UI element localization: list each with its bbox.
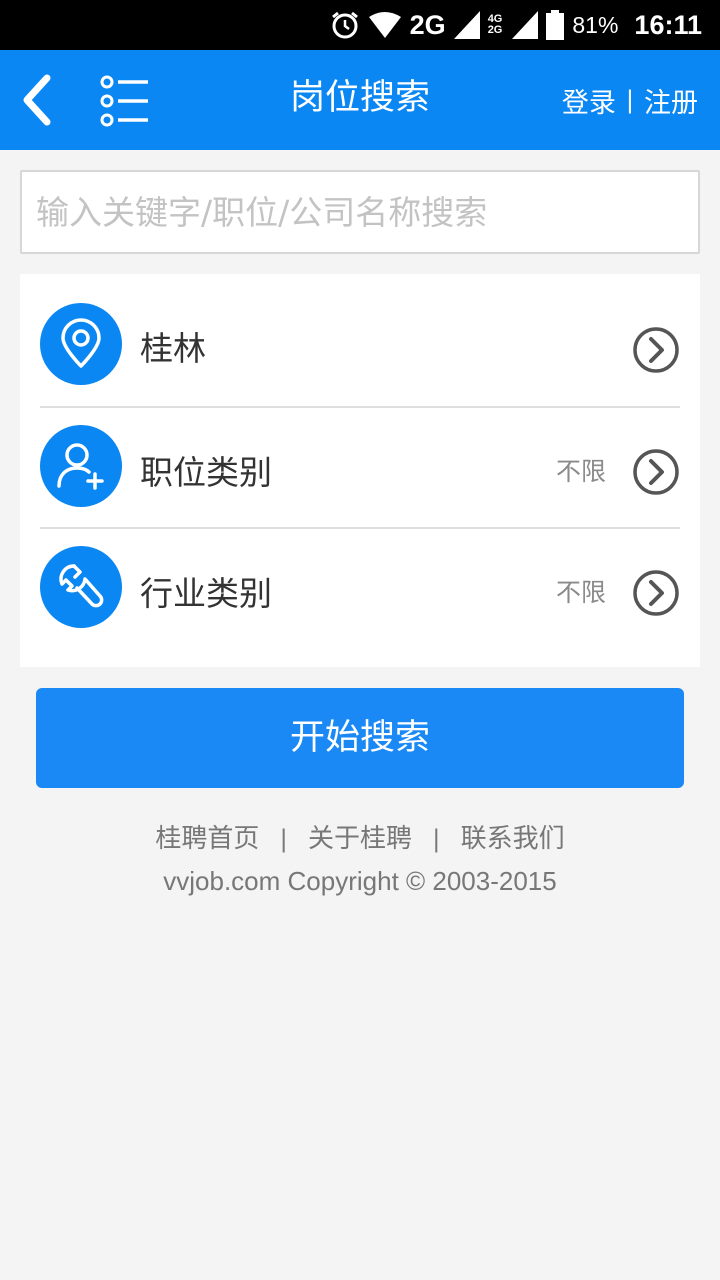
battery-icon [546, 10, 565, 40]
filter-label-industry: 行业类别 [140, 574, 272, 613]
copyright-text: vvjob.com Copyright © 2003-2015 [163, 866, 557, 896]
location-pin-icon [40, 303, 122, 385]
filter-row-industry[interactable]: 行业类别 不限 [40, 527, 680, 647]
chevron-right-icon [633, 449, 679, 495]
clock: 16:11 [634, 9, 702, 40]
filter-label-location: 桂林 [140, 329, 206, 368]
menu-button[interactable] [96, 74, 156, 128]
auth-separator: | [625, 86, 634, 114]
auth-links: 登录 | 注册 [562, 50, 698, 150]
battery-level: 81% [572, 11, 619, 38]
wifi-icon [368, 11, 402, 39]
signal-icon-2 [512, 11, 539, 39]
filter-card: 桂林 职位类别 不限 行业类别 不限 [20, 274, 700, 667]
footer-separator: | [279, 825, 288, 853]
chevron-right-icon [633, 327, 679, 373]
back-button[interactable] [12, 72, 62, 128]
alarm-icon [330, 10, 360, 40]
chevron-right-icon [633, 570, 679, 616]
search-box [20, 170, 700, 254]
network-type: 2G [409, 9, 446, 40]
search-input[interactable] [22, 172, 698, 252]
signal-icon [453, 11, 480, 39]
list-icon [100, 75, 148, 127]
footer-links: 桂聘首页 | 关于桂聘 | 联系我们 [0, 818, 720, 855]
footer-link-about[interactable]: 关于桂聘 [308, 824, 412, 854]
footer-separator: | [432, 825, 441, 853]
wrench-icon [40, 546, 122, 628]
login-link[interactable]: 登录 [562, 81, 616, 120]
user-add-icon [40, 425, 122, 507]
register-link[interactable]: 注册 [644, 81, 698, 120]
start-search-button[interactable]: 开始搜索 [36, 688, 684, 788]
status-bar: 2G 4G 2G 81% 16:11 [0, 0, 720, 50]
network-small: 4G 2G [487, 13, 503, 36]
footer-link-home[interactable]: 桂聘首页 [155, 824, 259, 854]
footer-link-contact[interactable]: 联系我们 [461, 824, 565, 854]
filter-row-job-category[interactable]: 职位类别 不限 [40, 406, 680, 526]
chevron-left-icon [23, 74, 51, 126]
filter-row-location[interactable]: 桂林 [40, 286, 680, 406]
nav-bar: 岗位搜索 登录 | 注册 [0, 50, 720, 150]
filter-value-industry: 不限 [555, 578, 606, 607]
filter-label-job-category: 职位类别 [140, 453, 272, 492]
filter-value-job-category: 不限 [555, 457, 606, 486]
